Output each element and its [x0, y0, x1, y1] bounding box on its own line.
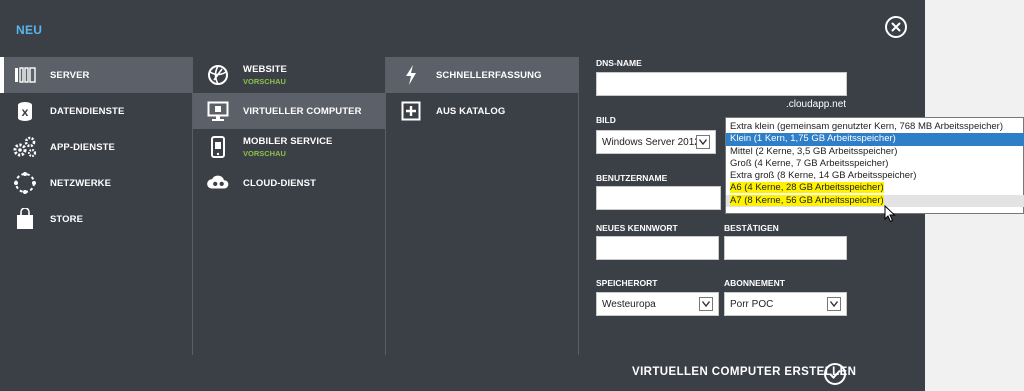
server-type-virtual-machine[interactable]: VIRTUELLER COMPUTER	[193, 93, 385, 129]
subscription-select[interactable]: Porr POC	[724, 292, 847, 316]
subscription-label: ABONNEMENT	[724, 278, 785, 288]
size-option-label: Extra klein (gemeinsam genutzter Kern, 7…	[730, 121, 1003, 132]
category-label: NETZWERKE	[50, 177, 112, 189]
size-option[interactable]: Extra klein (gemeinsam genutzter Kern, 7…	[728, 121, 1021, 133]
subscription-value: Porr POC	[730, 298, 774, 310]
size-option[interactable]: Mittel (2 Kerne, 3,5 GB Arbeitsspeicher)	[728, 146, 1021, 158]
create-mode-label: AUS KATALOG	[436, 105, 506, 117]
size-option[interactable]: A6 (4 Kerne, 28 GB Arbeitsspeicher)	[728, 182, 1021, 194]
create-mode-quick-create[interactable]: SCHNELLERFASSUNG	[386, 57, 578, 93]
chevron-down-icon	[827, 297, 841, 311]
password-input[interactable]	[596, 236, 719, 260]
server-type-mobile-service[interactable]: MOBILER SERVICE VORSCHAU	[193, 129, 385, 165]
create-mode-from-gallery[interactable]: AUS KATALOG	[386, 93, 578, 129]
data-services-icon: X	[13, 99, 37, 123]
size-option-label: A7 (8 Kerne, 56 GB Arbeitsspeicher)	[730, 194, 884, 206]
preview-badge: VORSCHAU	[243, 77, 286, 86]
username-label: BENUTZERNAME	[596, 173, 668, 183]
category-item-store[interactable]: STORE	[0, 201, 192, 237]
website-icon	[206, 63, 230, 87]
app-services-icon	[13, 135, 37, 159]
server-type-website[interactable]: WEBSITE VORSCHAU	[193, 57, 385, 93]
category-item-networks[interactable]: NETZWERKE	[0, 165, 192, 201]
category-label: SERVER	[50, 69, 90, 81]
size-dropdown-list: Extra klein (gemeinsam genutzter Kern, 7…	[725, 117, 1024, 214]
category-item-app-services[interactable]: APP-DIENSTE	[0, 129, 192, 165]
server-type-label: CLOUD-DIENST	[243, 177, 316, 189]
create-mode-label: SCHNELLERFASSUNG	[436, 69, 542, 81]
cloud-service-icon	[206, 171, 230, 195]
server-type-label: VIRTUELLER COMPUTER	[243, 105, 362, 117]
category-item-data-services[interactable]: X DATENDIENSTE	[0, 93, 192, 129]
close-button[interactable]	[885, 16, 907, 38]
virtual-machine-icon	[206, 99, 230, 123]
image-select[interactable]: Windows Server 2012	[596, 130, 716, 154]
server-type-list: WEBSITE VORSCHAU VIRTUELLER COMPUTER MOB…	[193, 57, 385, 201]
dns-name-label: DNS-NAME	[596, 58, 642, 68]
lightning-icon	[399, 63, 423, 87]
location-label: SPEICHERORT	[596, 278, 658, 288]
confirm-password-input[interactable]	[724, 236, 847, 260]
store-icon	[13, 207, 37, 231]
server-type-cloud-service[interactable]: CLOUD-DIENST	[193, 165, 385, 201]
size-option-label: Klein (1 Kern, 1,75 GB Arbeitsspeicher)	[730, 133, 896, 145]
category-label: DATENDIENSTE	[50, 105, 125, 117]
size-option-label: Extra groß (8 Kerne, 14 GB Arbeitsspeich…	[730, 170, 917, 182]
dns-suffix: .cloudapp.net	[786, 99, 847, 110]
mobile-service-icon	[206, 135, 230, 159]
size-option-label: Mittel (2 Kerne, 3,5 GB Arbeitsspeicher)	[730, 145, 898, 157]
image-value: Windows Server 2012	[602, 136, 700, 148]
preview-badge: VORSCHAU	[243, 149, 286, 158]
checkmark-icon	[829, 369, 841, 379]
location-value: Westeuropa	[602, 298, 656, 310]
size-option-hovered[interactable]: A7 (8 Kerne, 56 GB Arbeitsspeicher)	[726, 194, 1024, 208]
chevron-down-icon	[696, 135, 710, 149]
password-label: NEUES KENNWORT	[596, 223, 678, 233]
selection-indicator	[0, 57, 4, 93]
confirm-password-label: BESTÄTIGEN	[724, 223, 779, 233]
size-option[interactable]: Groß (4 Kerne, 7 GB Arbeitsspeicher)	[728, 158, 1021, 170]
category-item-server[interactable]: SERVER	[0, 57, 192, 93]
network-icon	[13, 171, 37, 195]
dialog-title: NEU	[16, 23, 43, 37]
create-mode-list: SCHNELLERFASSUNG AUS KATALOG	[386, 57, 578, 129]
create-vm-button[interactable]	[824, 363, 846, 385]
dns-name-input[interactable]	[596, 72, 847, 96]
create-vm-label[interactable]: VIRTUELLEN COMPUTER ERSTELLEN	[632, 366, 856, 378]
server-type-label: WEBSITE	[243, 64, 287, 75]
size-option-selected[interactable]: Klein (1 Kern, 1,75 GB Arbeitsspeicher)	[726, 133, 1024, 146]
size-option-label: Groß (4 Kerne, 7 GB Arbeitsspeicher)	[730, 157, 889, 169]
category-label: APP-DIENSTE	[50, 141, 115, 153]
category-list: SERVER X DATENDIENSTE APP-DIENSTE NETZWE…	[0, 57, 192, 237]
location-select[interactable]: Westeuropa	[596, 292, 719, 316]
close-icon	[891, 22, 901, 32]
column-divider	[578, 57, 579, 355]
category-label: STORE	[50, 213, 84, 225]
size-option[interactable]: Extra groß (8 Kerne, 14 GB Arbeitsspeich…	[728, 170, 1021, 182]
chevron-down-icon	[699, 297, 713, 311]
username-input[interactable]	[596, 186, 721, 210]
mouse-cursor-icon	[884, 205, 896, 223]
add-box-icon	[399, 99, 423, 123]
server-type-label: MOBILER SERVICE	[243, 136, 333, 147]
svg-text:X: X	[22, 109, 29, 119]
server-icon	[13, 63, 37, 87]
size-option-label: A6 (4 Kerne, 28 GB Arbeitsspeicher)	[730, 182, 884, 194]
image-label: BILD	[596, 115, 616, 125]
